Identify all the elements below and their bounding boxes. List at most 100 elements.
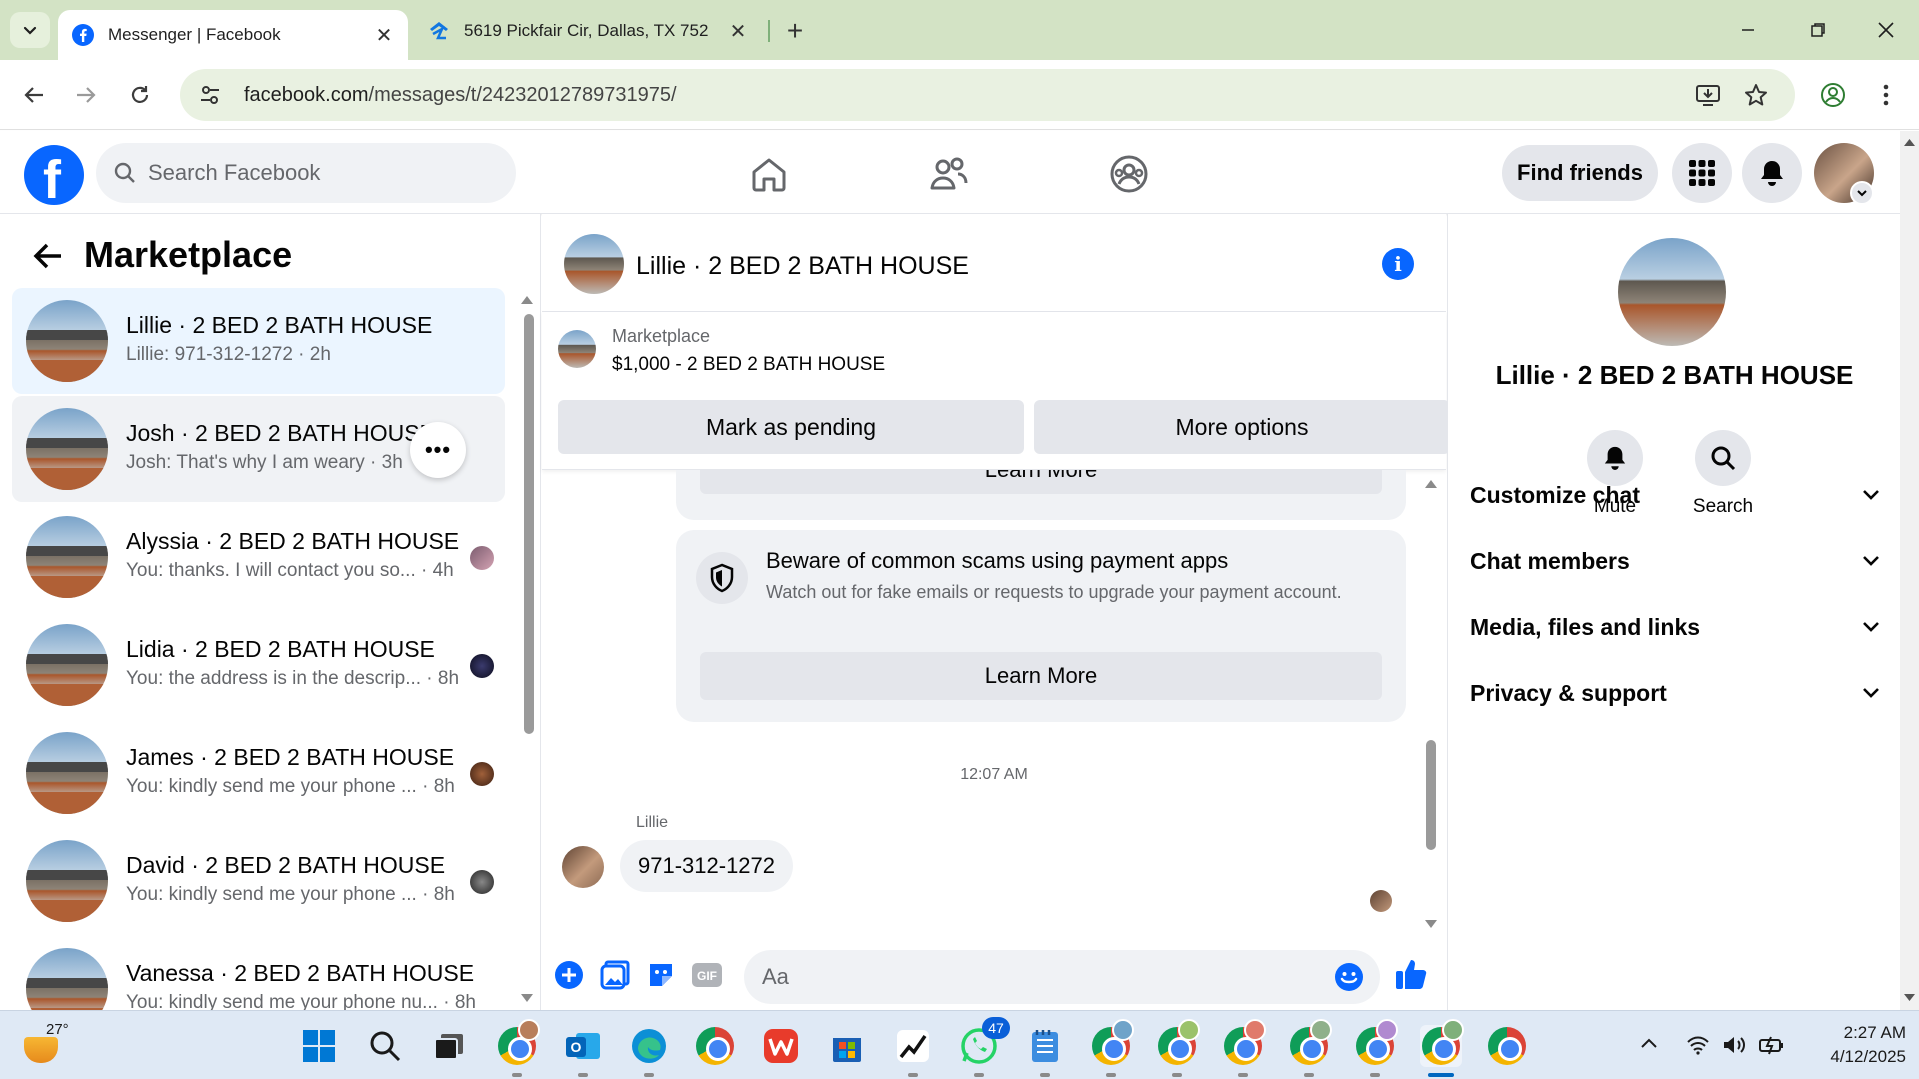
- scroll-up-arrow[interactable]: [1903, 137, 1916, 147]
- facebook-logo[interactable]: f: [24, 145, 84, 210]
- thumbs-up-icon[interactable]: [1392, 954, 1432, 994]
- photo-icon[interactable]: [598, 958, 632, 992]
- nav-friends[interactable]: [924, 149, 974, 199]
- media-files-links-section[interactable]: Media, files and links: [1470, 602, 1880, 652]
- chrome-profile-app[interactable]: [1354, 1019, 1398, 1067]
- chevron-up-icon[interactable]: [1640, 1037, 1658, 1049]
- system-clock[interactable]: 2:27 AM 4/12/2025: [1810, 1021, 1906, 1069]
- find-friends-button[interactable]: Find friends: [1502, 145, 1658, 201]
- info-icon[interactable]: i: [1382, 248, 1414, 280]
- chrome-app[interactable]: [694, 1025, 736, 1067]
- minimize-button[interactable]: [1718, 10, 1778, 50]
- scroll-up-arrow[interactable]: [520, 294, 534, 306]
- notepad-app[interactable]: [1024, 1025, 1066, 1067]
- task-view-button[interactable]: [428, 1025, 470, 1067]
- chat-members-section[interactable]: Chat members: [1470, 536, 1880, 586]
- gif-icon[interactable]: GIF: [690, 958, 724, 992]
- volume-icon[interactable]: [1722, 1035, 1746, 1055]
- tab-search-button[interactable]: [10, 12, 50, 48]
- thread-scrollbar[interactable]: [1426, 740, 1436, 850]
- close-icon[interactable]: ✕: [728, 21, 748, 43]
- conversation-item[interactable]: Lidia · 2 BED 2 BATH HOUSE You: the addr…: [12, 612, 505, 718]
- microsoft-store-app[interactable]: [826, 1025, 868, 1067]
- stock-app[interactable]: [892, 1025, 934, 1067]
- learn-more-button[interactable]: Learn More: [700, 470, 1382, 494]
- new-tab-button[interactable]: +: [778, 14, 812, 48]
- page-scrollbar[interactable]: [1900, 131, 1919, 1010]
- more-options-button[interactable]: More options: [1034, 400, 1450, 454]
- close-window-button[interactable]: [1856, 10, 1916, 50]
- wps-office-app[interactable]: [760, 1025, 802, 1067]
- start-button[interactable]: [298, 1025, 340, 1067]
- running-indicator: [1106, 1073, 1116, 1077]
- conversation-item[interactable]: Lillie · 2 BED 2 BATH HOUSE Lillie: 971-…: [12, 288, 505, 394]
- install-app-button[interactable]: [1690, 77, 1726, 113]
- chat-avatar[interactable]: [564, 234, 624, 294]
- reload-button[interactable]: [120, 75, 160, 115]
- message-input[interactable]: Aa: [744, 950, 1380, 1004]
- chat-details-name: Lillie · 2 BED 2 BATH HOUSE: [1495, 360, 1854, 390]
- listing-thumbnail: [26, 408, 108, 490]
- menu-button[interactable]: [1672, 143, 1732, 203]
- plus-circle-icon[interactable]: [552, 958, 586, 992]
- emoji-icon[interactable]: [1334, 962, 1364, 992]
- bookmark-button[interactable]: [1738, 77, 1774, 113]
- conversation-options-button[interactable]: •••: [410, 422, 466, 478]
- close-icon[interactable]: ✕: [374, 25, 394, 47]
- account-caret[interactable]: [1850, 181, 1874, 205]
- scroll-down-arrow[interactable]: [1903, 993, 1916, 1003]
- conversation-item[interactable]: Josh · 2 BED 2 BATH HOUSE Josh: That's w…: [12, 396, 505, 502]
- outlook-app[interactable]: O: [562, 1025, 604, 1067]
- nav-groups[interactable]: [1104, 149, 1154, 199]
- learn-more-button[interactable]: Learn More: [700, 652, 1382, 700]
- chat-avatar-large[interactable]: [1618, 238, 1726, 346]
- wifi-icon[interactable]: [1686, 1035, 1710, 1055]
- restore-button[interactable]: [1788, 10, 1848, 50]
- conversation-list-panel: Marketplace Lillie · 2 BED 2 BATH HOUSE …: [0, 214, 541, 1010]
- chrome-app[interactable]: [1486, 1025, 1528, 1067]
- customize-chat-section[interactable]: Customize chat: [1470, 470, 1880, 520]
- conversation-item[interactable]: James · 2 BED 2 BATH HOUSE You: kindly s…: [12, 720, 505, 826]
- conversation-item[interactable]: Vanessa · 2 BED 2 BATH HOUSE You: kindly…: [12, 936, 505, 1010]
- weather-widget[interactable]: 27°: [20, 1019, 80, 1069]
- message-bubble[interactable]: 971-312-1272: [620, 840, 794, 892]
- chrome-profile-app-active[interactable]: [1420, 1019, 1464, 1067]
- chrome-profile-app[interactable]: [496, 1019, 540, 1067]
- grid-menu-icon: [1689, 160, 1715, 186]
- forward-button[interactable]: [66, 75, 106, 115]
- facebook-search-input[interactable]: Search Facebook: [96, 143, 516, 203]
- privacy-support-section[interactable]: Privacy & support: [1470, 668, 1880, 718]
- chrome-profile-app[interactable]: [1090, 1019, 1134, 1067]
- chat-title[interactable]: Lillie · 2 BED 2 BATH HOUSE: [636, 252, 969, 281]
- conversation-item[interactable]: David · 2 BED 2 BATH HOUSE You: kindly s…: [12, 828, 505, 934]
- whatsapp-app[interactable]: 47: [958, 1017, 1010, 1067]
- tab-messenger[interactable]: Messenger | Facebook ✕: [58, 10, 408, 60]
- sender-avatar[interactable]: [562, 846, 604, 888]
- tab-zillow[interactable]: 5619 Pickfair Cir, Dallas, TX 752 ✕: [414, 10, 762, 52]
- address-bar[interactable]: facebook.com/messages/t/2423201278973197…: [180, 69, 1795, 121]
- listing-thumbnail[interactable]: [558, 330, 596, 368]
- mark-as-pending-button[interactable]: Mark as pending: [558, 400, 1024, 454]
- chrome-profile-app[interactable]: [1156, 1019, 1200, 1067]
- scroll-down-arrow[interactable]: [520, 992, 534, 1004]
- taskbar-search-button[interactable]: [364, 1025, 406, 1067]
- close-icon: [1878, 22, 1894, 38]
- chrome-profile-app[interactable]: [1288, 1019, 1332, 1067]
- back-button[interactable]: [28, 236, 68, 276]
- sticker-icon[interactable]: [644, 958, 678, 992]
- profile-button[interactable]: [1813, 75, 1853, 115]
- back-button[interactable]: [14, 75, 54, 115]
- notifications-button[interactable]: [1742, 143, 1802, 203]
- conversation-item[interactable]: Alyssia · 2 BED 2 BATH HOUSE You: thanks…: [12, 504, 505, 610]
- site-info-button[interactable]: [188, 73, 232, 117]
- battery-charging-icon[interactable]: [1758, 1035, 1786, 1055]
- edge-app[interactable]: [628, 1025, 670, 1067]
- running-indicator: [578, 1073, 588, 1077]
- listing-title[interactable]: $1,000 - 2 BED 2 BATH HOUSE: [612, 354, 885, 376]
- conversation-list-scrollbar[interactable]: [524, 314, 534, 734]
- chrome-menu-button[interactable]: [1866, 75, 1906, 115]
- chrome-profile-app[interactable]: [1222, 1019, 1266, 1067]
- scroll-up-arrow[interactable]: [1424, 478, 1438, 490]
- nav-home[interactable]: [744, 149, 794, 199]
- scroll-down-arrow[interactable]: [1424, 918, 1438, 930]
